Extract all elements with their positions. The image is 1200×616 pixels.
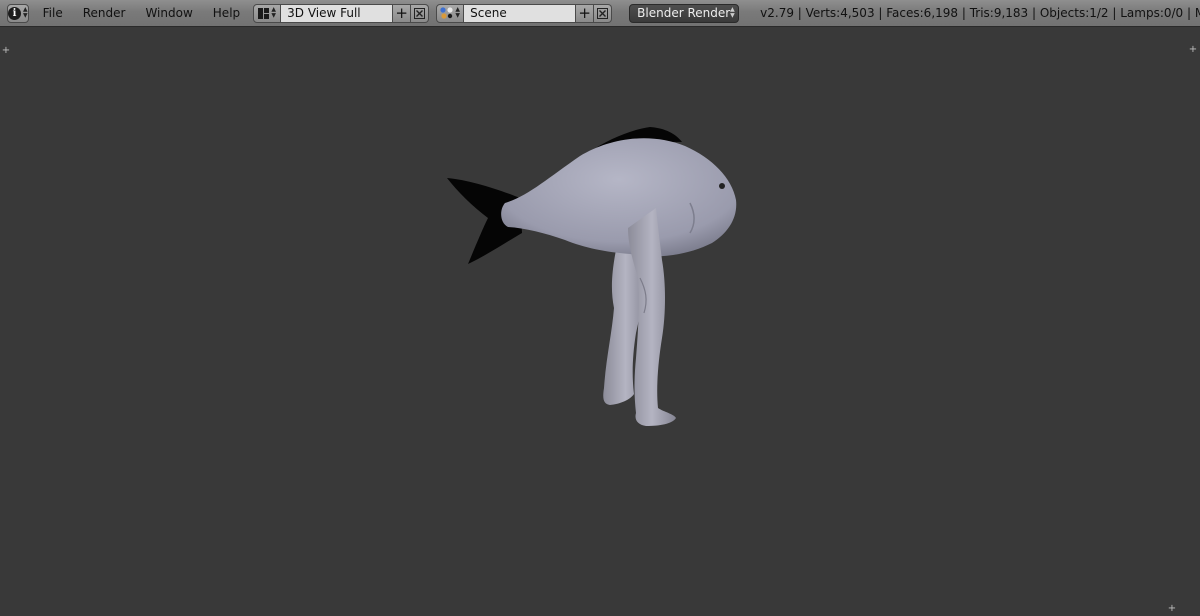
menu-render[interactable]: Render bbox=[73, 0, 136, 26]
fish-with-legs-model[interactable] bbox=[0, 28, 1200, 616]
3d-viewport[interactable]: + + + bbox=[0, 28, 1200, 616]
menu-help[interactable]: Help bbox=[203, 0, 250, 26]
updown-arrows-icon: ▲ ▼ bbox=[730, 6, 735, 19]
updown-arrows-icon: ▲ ▼ bbox=[271, 6, 276, 19]
menu-file[interactable]: File bbox=[33, 0, 73, 26]
add-scene-button[interactable]: + bbox=[576, 3, 595, 23]
screen-layout-picker: ▲ ▼ 3D View Full + bbox=[253, 3, 430, 23]
menu-window[interactable]: Window bbox=[135, 0, 202, 26]
close-icon bbox=[414, 7, 426, 19]
render-engine-dropdown[interactable]: Blender Render ▲ ▼ bbox=[629, 3, 740, 23]
render-engine-label: Blender Render bbox=[637, 6, 731, 20]
screen-layout-dropdown[interactable]: ▲ ▼ bbox=[253, 3, 282, 23]
fish-body bbox=[501, 138, 737, 257]
close-icon bbox=[597, 7, 609, 19]
screen-layout-name-field[interactable]: 3D View Full bbox=[281, 3, 394, 23]
layout-icon bbox=[258, 7, 270, 19]
scene-picker: ▲ ▼ Scene + bbox=[436, 3, 613, 23]
scene-statistics: v2.79 | Verts:4,503 | Faces:6,198 | Tris… bbox=[760, 6, 1200, 20]
editor-type-button[interactable]: i ▲ ▼ bbox=[7, 3, 29, 23]
fish-eye bbox=[719, 183, 725, 189]
plus-icon: + bbox=[578, 3, 591, 22]
scene-dropdown[interactable]: ▲ ▼ bbox=[436, 3, 465, 23]
updown-arrows-icon: ▲ ▼ bbox=[455, 6, 460, 19]
add-screen-button[interactable]: + bbox=[393, 3, 412, 23]
scene-name-field[interactable]: Scene bbox=[464, 3, 577, 23]
plus-icon: + bbox=[395, 3, 408, 22]
main-menu: File Render Window Help bbox=[33, 0, 251, 26]
info-icon: i bbox=[8, 6, 21, 20]
delete-screen-button[interactable] bbox=[411, 3, 430, 23]
delete-scene-button[interactable] bbox=[594, 3, 613, 23]
scene-icon bbox=[440, 7, 453, 19]
info-header: i ▲ ▼ File Render Window Help ▲ ▼ 3D View … bbox=[0, 0, 1200, 27]
updown-arrows-icon: ▲ ▼ bbox=[23, 6, 28, 19]
